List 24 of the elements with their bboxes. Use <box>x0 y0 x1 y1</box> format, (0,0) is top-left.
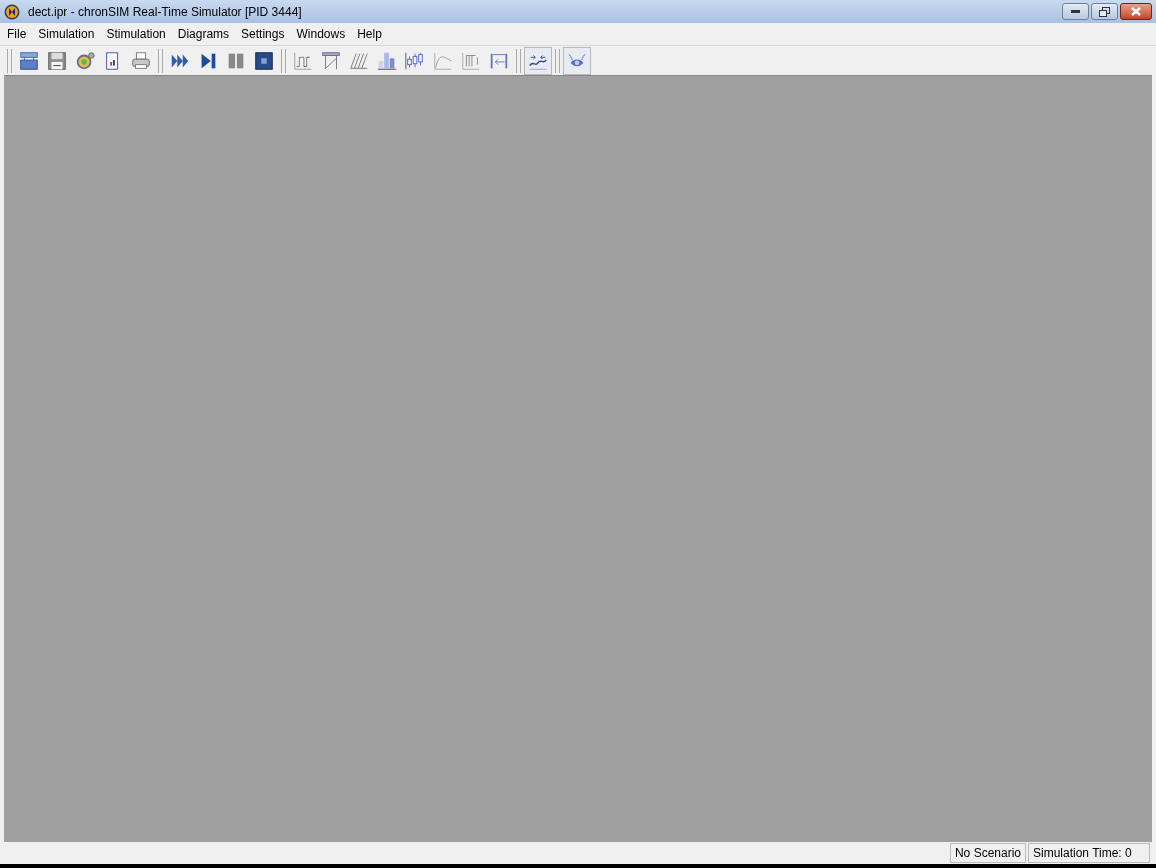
restore-icon <box>1099 6 1110 17</box>
close-icon <box>1131 7 1141 16</box>
window-title: dect.ipr - chronSIM Real-Time Simulator [PID 3444] <box>28 3 302 21</box>
menu-item[interactable]: Windows <box>295 25 347 43</box>
folder-icon <box>18 49 40 72</box>
stop-icon <box>253 49 275 72</box>
gantt-chart-icon <box>320 49 342 72</box>
restore-button[interactable] <box>1091 3 1118 20</box>
status-field: Simulation Time: 0 <box>1028 843 1150 863</box>
menu-item[interactable]: Stimulation <box>105 25 167 43</box>
printer-icon <box>130 49 152 72</box>
minimize-button[interactable] <box>1062 3 1089 20</box>
app-logo-icon <box>4 3 20 20</box>
status-field: No Scenario <box>949 843 1026 863</box>
menu-item[interactable]: Diagrams <box>176 25 231 43</box>
menu-item[interactable]: Help <box>356 25 383 43</box>
menu-item[interactable]: File <box>6 25 28 43</box>
minimize-icon <box>1071 10 1080 13</box>
gear-icon <box>74 49 96 72</box>
toolbar-button[interactable] <box>563 46 591 75</box>
close-button[interactable] <box>1120 3 1152 20</box>
toolbar-button[interactable] <box>524 46 552 75</box>
menu-item[interactable]: Simulation <box>37 25 96 43</box>
menu-item[interactable]: Settings <box>240 25 286 43</box>
